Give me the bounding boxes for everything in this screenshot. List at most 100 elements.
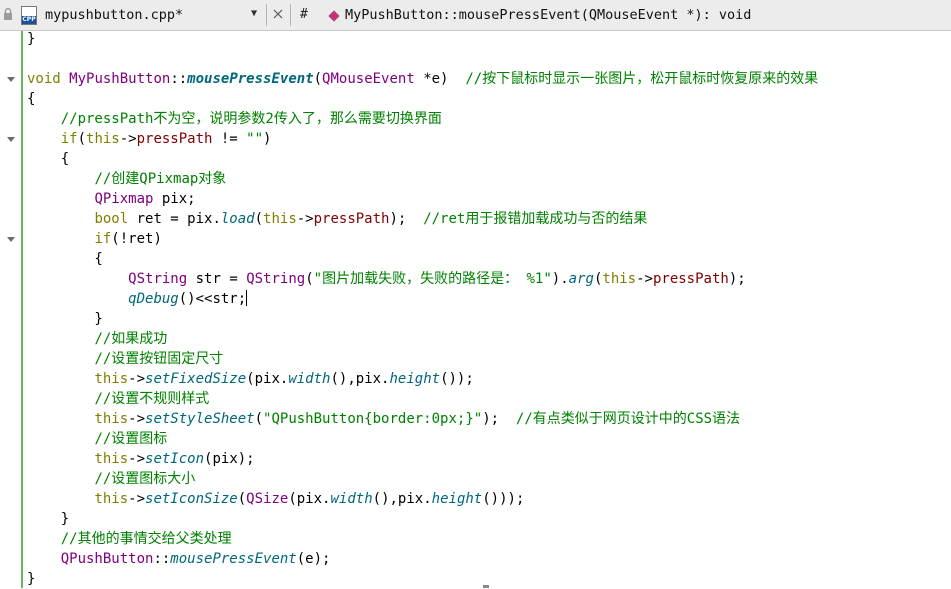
code-token: ->: [128, 411, 146, 427]
code-token: pix;: [153, 191, 196, 207]
text-cursor: [246, 290, 248, 306]
code-token: str =: [187, 271, 247, 287]
code-token: pressPath: [313, 211, 390, 227]
code-token: );: [389, 211, 424, 227]
code-line[interactable]: this->setIconSize(QSize(pix.width(),pix.…: [27, 489, 524, 509]
code-line[interactable]: //其他的事情交给父类处理: [27, 529, 232, 549]
code-token: }: [27, 311, 103, 327]
code-token: //设置图标大小: [94, 471, 196, 487]
code-line[interactable]: //如果成功: [27, 329, 167, 349]
code-token: (: [77, 131, 87, 147]
code-line[interactable]: void MyPushButton::mousePressEvent(QMous…: [27, 69, 818, 89]
open-file-name[interactable]: mypushbutton.cpp*: [45, 7, 183, 23]
code-line[interactable]: if(!ret): [27, 229, 162, 249]
code-line[interactable]: QPushButton::mousePressEvent(e);: [27, 549, 331, 569]
code-token: setIconSize: [145, 491, 238, 507]
code-token: (: [313, 71, 323, 87]
code-token: ->: [128, 371, 146, 387]
code-token: if: [60, 131, 78, 147]
code-token: setStyleSheet: [145, 411, 255, 427]
code-line[interactable]: if(this->pressPath != ""): [27, 129, 272, 149]
code-token: arg: [568, 271, 594, 287]
code-line[interactable]: QPixmap pix;: [27, 189, 196, 209]
code-line[interactable]: this->setStyleSheet("QPushButton{border:…: [27, 409, 740, 429]
code-token: (e);: [296, 551, 331, 567]
lock-icon[interactable]: [3, 8, 13, 21]
code-token: QString: [128, 271, 188, 287]
file-dropdown-icon[interactable]: ▼: [251, 7, 263, 21]
code-token: this: [86, 131, 120, 147]
code-token: QPixmap: [94, 191, 154, 207]
code-line[interactable]: QString str = QString("图片加载失败，失败的路径是： %1…: [27, 269, 746, 289]
code-line[interactable]: }: [27, 569, 35, 589]
code-line[interactable]: {: [27, 89, 35, 109]
code-line[interactable]: //设置不规则样式: [27, 389, 209, 409]
close-icon[interactable]: [270, 6, 286, 22]
code-token: {: [27, 251, 103, 267]
code-token: this: [94, 371, 129, 387]
code-token: (pix);: [204, 451, 255, 467]
code-line[interactable]: {: [27, 149, 69, 169]
fold-marker-icon[interactable]: [7, 237, 15, 242]
code-line[interactable]: //设置图标大小: [27, 469, 195, 489]
code-token: //如果成功: [94, 331, 168, 347]
code-token: this: [94, 491, 129, 507]
code-token: setFixedSize: [145, 371, 247, 387]
code-line[interactable]: }: [27, 309, 103, 329]
code-line[interactable]: bool ret = pix.load(this->pressPath); //…: [27, 209, 647, 229]
editor-tab-bar: CPP mypushbutton.cpp* ▼ # MyPushButton::…: [0, 0, 951, 31]
code-token: ->: [636, 271, 653, 287]
code-token: bool: [94, 211, 129, 227]
code-token: }: [27, 31, 36, 47]
code-token: (!ret): [111, 231, 162, 247]
code-token: MyPushButton: [69, 71, 171, 87]
code-line[interactable]: }: [27, 509, 69, 529]
code-token: this: [94, 451, 129, 467]
code-token: );: [482, 411, 516, 427]
code-token: "": [246, 131, 264, 147]
code-token: setIcon: [145, 451, 205, 467]
code-token: void: [27, 71, 61, 87]
file-icon-label: CPP: [22, 16, 36, 24]
symbol-hash[interactable]: #: [300, 7, 308, 22]
code-token: "QPushButton{border:0px;}": [263, 411, 483, 427]
fold-marker-icon[interactable]: [7, 77, 15, 82]
code-token: "图片加载失败，失败的路径是： %1": [313, 271, 552, 287]
code-token: ->: [128, 491, 146, 507]
code-line[interactable]: //设置图标: [27, 429, 167, 449]
code-line[interactable]: qDebug()<<str;: [27, 289, 248, 309]
fold-marker-icon[interactable]: [7, 137, 15, 142]
code-token: //设置不规则样式: [94, 391, 210, 407]
code-token: //pressPath不为空，说明参数2传入了，那么需要切换界面: [60, 111, 442, 127]
editor-gutter[interactable]: [0, 31, 20, 588]
code-token: load: [220, 211, 255, 227]
code-token: (),pix.: [372, 491, 432, 507]
code-line[interactable]: //创建QPixmap对象: [27, 169, 226, 189]
code-token: ::: [153, 551, 171, 567]
code-token: mousePressEvent: [170, 551, 297, 567]
code-token: height: [389, 371, 441, 387]
code-line[interactable]: this->setIcon(pix);: [27, 449, 255, 469]
code-token: QSize: [246, 491, 289, 507]
code-token: (pix.: [246, 371, 289, 387]
code-line[interactable]: {: [27, 249, 103, 269]
code-line[interactable]: //pressPath不为空，说明参数2传入了，那么需要切换界面: [27, 109, 442, 129]
code-line[interactable]: this->setFixedSize(pix.width(),pix.heigh…: [27, 369, 473, 389]
code-token: ).: [551, 271, 569, 287]
code-line[interactable]: //设置按钮固定尺寸: [27, 349, 223, 369]
current-symbol-selector[interactable]: MyPushButton::mousePressEvent(QMouseEven…: [345, 7, 751, 23]
code-line[interactable]: }: [27, 29, 35, 49]
code-token: *e): [414, 71, 466, 87]
